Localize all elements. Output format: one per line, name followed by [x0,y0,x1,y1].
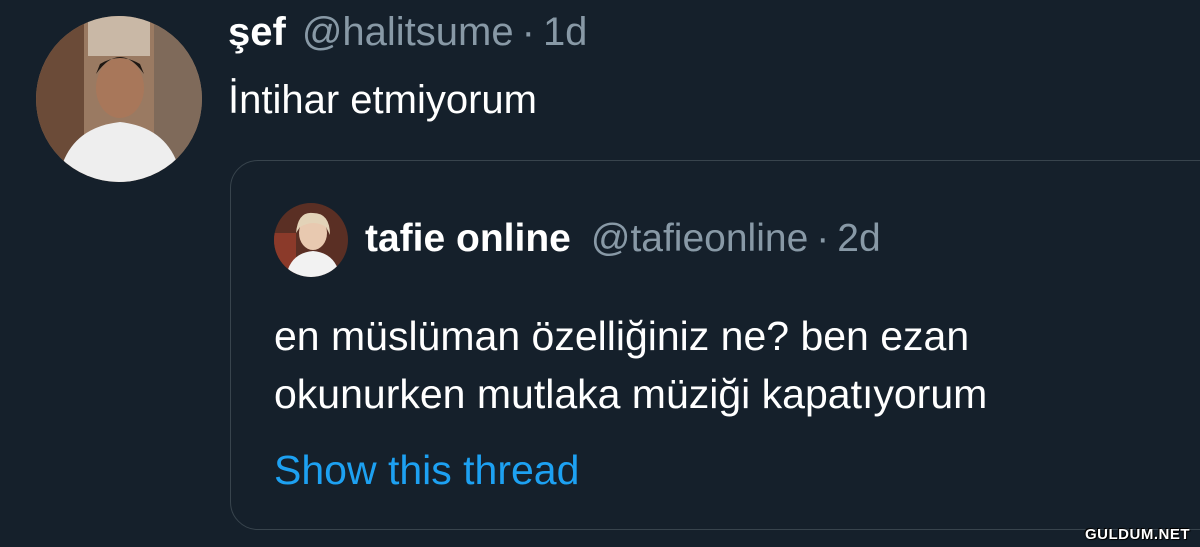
watermark: GULDUM.NET [1085,526,1190,543]
quoted-tweet-text-line: okunurken mutlaka müziği kapatıyorum [274,371,988,417]
author-name[interactable]: şef [228,10,286,55]
tweet-timestamp[interactable]: 1d [543,10,588,55]
quoted-tweet-text-line: en müslüman özelliğiniz ne? ben ezan [274,313,970,359]
tweet-author-row: şef @halitsume · 1d [228,10,587,66]
author-handle[interactable]: @halitsume [302,10,514,55]
separator-dot: · [816,217,830,260]
quoted-author-avatar[interactable] [274,203,348,277]
author-avatar[interactable] [36,16,202,182]
quoted-tweet-text: en müslüman özelliğiniz ne? ben ezan oku… [274,307,987,423]
quoted-author-row: tafie online @tafieonline · 2d [365,217,881,269]
quoted-tweet-card[interactable]: tafie online @tafieonline · 2d en müslüm… [230,160,1200,530]
separator-dot: · [521,10,535,54]
user-photo-avatar-icon [274,203,348,277]
user-photo-avatar-icon [36,16,202,182]
tweet-text: İntihar etmiyorum [228,78,537,122]
quoted-author-name[interactable]: tafie online [365,217,571,261]
quoted-author-handle[interactable]: @tafieonline [591,217,808,261]
quoted-tweet-timestamp[interactable]: 2d [837,217,880,261]
show-thread-link[interactable]: Show this thread [274,447,579,494]
